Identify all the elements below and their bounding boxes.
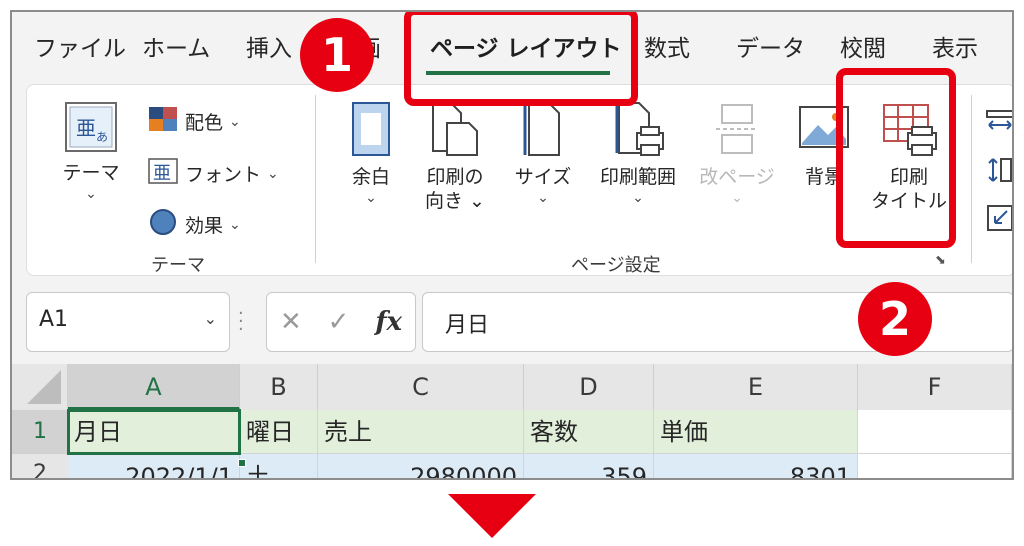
breaks-label: 改ページ	[699, 166, 775, 188]
chevron-down-icon: ⌄	[632, 190, 644, 206]
column-header-c[interactable]: C	[318, 364, 524, 410]
themes-button[interactable]: 亜 あ テーマ ⌄	[49, 99, 133, 203]
fill-handle[interactable]	[238, 459, 246, 467]
tab-highlight-box	[404, 12, 638, 106]
effects-button[interactable]: 効果 ⌄	[147, 207, 241, 242]
worksheet-grid: A B C D E F 1 2 月日 曜日 売上 客数 単価 2022/1/1 …	[12, 364, 1012, 478]
orientation-label-1: 印刷の	[426, 166, 484, 188]
formula-value: 月日	[445, 313, 490, 338]
chevron-down-icon: ⌄	[267, 165, 279, 182]
margins-button[interactable]: 余白 ⌄	[333, 99, 409, 207]
margins-label: 余白	[351, 166, 390, 188]
print-area-label: 印刷範囲	[599, 166, 676, 188]
size-button[interactable]: サイズ ⌄	[505, 99, 581, 207]
tab-formulas[interactable]: 数式	[644, 34, 690, 64]
dialog-launcher-icon[interactable]: ⬊	[935, 253, 946, 268]
breaks-button[interactable]: 改ページ ⌄	[693, 99, 781, 207]
group-separator	[315, 95, 316, 263]
themes-label: テーマ	[62, 162, 120, 184]
step-1-badge: 1	[300, 18, 374, 92]
chevron-down-icon: ⌄	[229, 216, 241, 233]
svg-text:あ: あ	[96, 130, 108, 144]
cell-c2[interactable]: 2980000	[318, 454, 524, 478]
confirm-icon[interactable]: ✓	[328, 307, 350, 337]
colors-label: 配色	[185, 112, 224, 134]
row-header-1[interactable]: 1	[12, 410, 68, 454]
orientation-icon	[427, 99, 483, 165]
column-header-e[interactable]: E	[654, 364, 858, 410]
cell-f1[interactable]	[858, 410, 1012, 454]
svg-text:亜: 亜	[76, 116, 96, 140]
excel-window: ファイル ホーム 挿入 画 ページ レイアウト 数式 データ 校閲 表示 亜 あ…	[10, 10, 1014, 480]
cancel-icon[interactable]: ✕	[280, 307, 302, 337]
column-header-b[interactable]: B	[240, 364, 318, 410]
tab-file[interactable]: ファイル	[34, 34, 126, 64]
color-palette-icon	[147, 105, 179, 138]
tab-insert[interactable]: 挿入	[246, 34, 292, 64]
fonts-button[interactable]: 亜 フォント ⌄	[147, 157, 279, 190]
name-box-value: A1	[39, 307, 69, 332]
row-header-2[interactable]: 2	[12, 454, 68, 478]
cell-b1[interactable]: 曜日	[240, 410, 318, 454]
cell-e1[interactable]: 単価	[654, 410, 858, 454]
cell-d1[interactable]: 客数	[524, 410, 654, 454]
margins-icon	[347, 99, 395, 165]
page-setup-group-label: ページ設定	[571, 255, 661, 276]
effects-icon	[147, 207, 179, 242]
print-area-icon	[609, 99, 667, 165]
scale-icon[interactable]	[985, 203, 1012, 237]
chevron-down-icon: ⌄	[365, 190, 377, 206]
column-header-d[interactable]: D	[524, 364, 654, 410]
cell-c1[interactable]: 売上	[318, 410, 524, 454]
chevron-down-icon: ⌄	[85, 186, 97, 202]
select-all-button[interactable]	[12, 364, 68, 410]
chevron-down-icon: ⌄	[537, 190, 549, 206]
height-icon[interactable]	[985, 155, 1012, 189]
tab-data[interactable]: データ	[736, 34, 805, 64]
themes-icon: 亜 あ	[62, 99, 120, 161]
column-header-f[interactable]: F	[858, 364, 1012, 410]
print-titles-highlight-box	[836, 68, 956, 248]
width-icon[interactable]	[985, 107, 1012, 137]
down-arrow-icon	[448, 494, 536, 538]
drag-handle-icon[interactable]: · · ·	[238, 305, 244, 339]
effects-label: 効果	[185, 215, 224, 237]
insert-function-icon[interactable]: fx	[375, 307, 402, 337]
tab-home[interactable]: ホーム	[142, 34, 210, 64]
fonts-label: フォント	[185, 164, 262, 186]
chevron-down-icon[interactable]: ⌄	[204, 309, 217, 328]
print-area-button[interactable]: 印刷範囲 ⌄	[587, 99, 689, 207]
svg-text:亜: 亜	[153, 163, 171, 184]
theme-group-label: テーマ	[151, 255, 205, 276]
cell-f2[interactable]	[858, 454, 1012, 478]
page-break-icon	[712, 99, 762, 165]
cell-a2[interactable]: 2022/1/1	[68, 454, 240, 478]
cell-d2[interactable]: 359	[524, 454, 654, 478]
group-separator	[971, 95, 972, 263]
size-label: サイズ	[514, 166, 572, 188]
cell-e2[interactable]: 8301	[654, 454, 858, 478]
tab-view[interactable]: 表示	[932, 34, 978, 64]
chevron-down-icon: ⌄	[731, 190, 743, 206]
orientation-label-2: 向き ⌄	[425, 190, 485, 212]
orientation-button[interactable]: 印刷の 向き ⌄	[413, 99, 497, 213]
cell-a1[interactable]: 月日	[67, 409, 241, 455]
colors-button[interactable]: 配色 ⌄	[147, 105, 241, 138]
page-size-icon	[521, 99, 565, 165]
fonts-icon: 亜	[147, 157, 179, 190]
formula-buttons: ✕ ✓ fx	[266, 292, 416, 352]
chevron-down-icon: ⌄	[229, 113, 241, 130]
name-box[interactable]: A1 ⌄	[26, 292, 230, 352]
step-2-badge: 2	[858, 282, 932, 356]
tab-review[interactable]: 校閲	[840, 34, 886, 64]
cell-b2[interactable]: 土	[240, 454, 318, 478]
column-header-a[interactable]: A	[68, 364, 240, 410]
